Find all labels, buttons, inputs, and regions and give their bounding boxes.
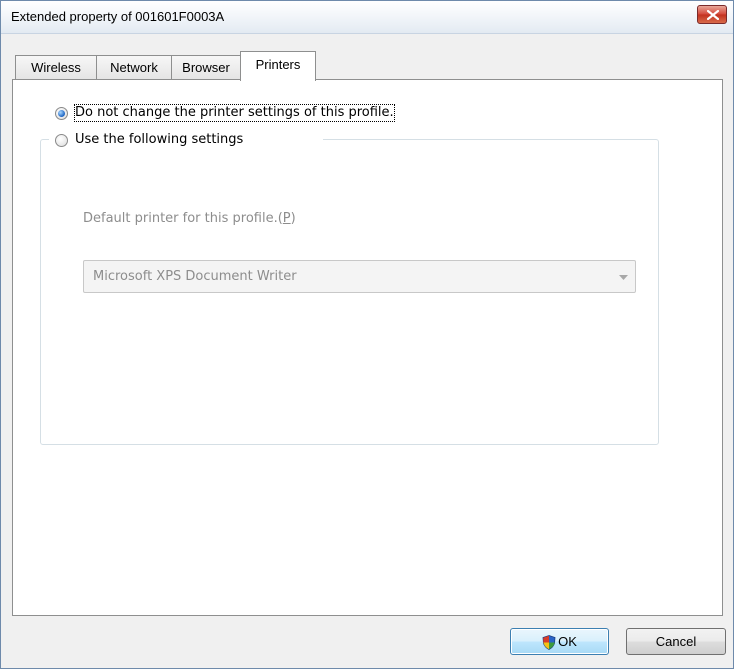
- title-bar[interactable]: Extended property of 001601F0003A: [1, 1, 733, 34]
- default-printer-access-key: P: [282, 211, 291, 226]
- radio-use-following-label[interactable]: Use the following settings: [75, 132, 243, 148]
- tab-browser-label: Browser: [182, 60, 230, 75]
- printers-tab-panel: Do not change the printer settings of th…: [12, 79, 723, 616]
- radio-selected-dot: [58, 110, 65, 117]
- tab-printers-label: Printers: [255, 57, 301, 72]
- default-printer-dropdown[interactable]: Microsoft XPS Document Writer: [83, 260, 636, 293]
- uac-shield-icon: [542, 635, 556, 651]
- default-printer-label: Default printer for this profile.(P): [83, 211, 296, 227]
- dialog-window: Extended property of 001601F0003A Wirele…: [0, 0, 734, 669]
- tab-network[interactable]: Network: [96, 55, 172, 80]
- radio-no-change[interactable]: [55, 107, 68, 120]
- tab-wireless[interactable]: Wireless: [15, 55, 97, 80]
- tab-printers[interactable]: Printers: [240, 51, 316, 81]
- default-printer-value: Microsoft XPS Document Writer: [93, 269, 297, 284]
- ok-button[interactable]: OK: [510, 628, 609, 655]
- tab-network-label: Network: [110, 60, 158, 75]
- close-icon: [707, 10, 719, 20]
- ok-button-label: OK: [558, 634, 577, 649]
- chevron-down-icon: [619, 275, 628, 280]
- cancel-button[interactable]: Cancel: [626, 628, 726, 655]
- radio-use-following[interactable]: [55, 134, 68, 147]
- tab-browser[interactable]: Browser: [171, 55, 241, 80]
- default-printer-label-prefix: Default printer for this profile.(: [83, 211, 283, 226]
- default-printer-label-suffix: ): [290, 211, 296, 226]
- close-button[interactable]: [697, 5, 727, 24]
- window-title: Extended property of 001601F0003A: [11, 9, 225, 24]
- tab-wireless-label: Wireless: [31, 60, 81, 75]
- cancel-button-label: Cancel: [655, 634, 697, 649]
- radio-no-change-label[interactable]: Do not change the printer settings of th…: [74, 104, 395, 122]
